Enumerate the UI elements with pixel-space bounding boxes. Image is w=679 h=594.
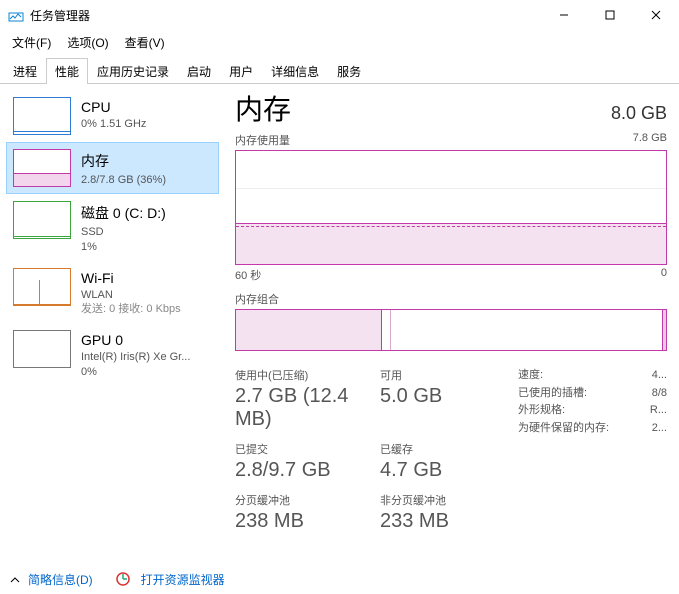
window-controls bbox=[541, 0, 679, 30]
tab-bar: 进程 性能 应用历史记录 启动 用户 详细信息 服务 bbox=[0, 57, 679, 84]
title-bar: 任务管理器 bbox=[0, 0, 679, 30]
gpu-sub2: 0% bbox=[81, 365, 212, 379]
paged-label: 分页缓冲池 bbox=[235, 492, 380, 508]
available-value: 5.0 GB bbox=[380, 385, 510, 408]
paged-value: 238 MB bbox=[235, 510, 380, 533]
resource-monitor-icon bbox=[115, 571, 131, 587]
close-button[interactable] bbox=[633, 0, 679, 30]
detail-total: 8.0 GB bbox=[611, 103, 667, 124]
maximize-button[interactable] bbox=[587, 0, 633, 30]
memory-composition-chart bbox=[235, 309, 667, 351]
chart2-label: 内存组合 bbox=[235, 291, 667, 307]
footer: 简略信息(D) 打开资源监视器 bbox=[0, 564, 679, 594]
disk-sub1: SSD bbox=[81, 225, 212, 239]
memory-title: 内存 bbox=[81, 151, 212, 171]
cpu-sub: 0% 1.51 GHz bbox=[81, 117, 212, 131]
sidebar-item-disk[interactable]: 磁盘 0 (C: D:) SSD 1% bbox=[6, 194, 219, 261]
tab-services[interactable]: 服务 bbox=[328, 58, 370, 84]
chevron-up-icon[interactable] bbox=[10, 574, 20, 584]
chart1-label: 内存使用量 bbox=[235, 132, 290, 148]
nonpaged-value: 233 MB bbox=[380, 510, 510, 533]
nonpaged-label: 非分页缓冲池 bbox=[380, 492, 510, 508]
app-icon bbox=[8, 7, 24, 23]
wifi-sub2: 发送: 0 接收: 0 Kbps bbox=[81, 302, 212, 316]
committed-value: 2.8/9.7 GB bbox=[235, 459, 380, 482]
speed-label: 速度: bbox=[518, 367, 641, 385]
committed-label: 已提交 bbox=[235, 441, 380, 457]
reserved-value: 2... bbox=[641, 420, 667, 438]
window-title: 任务管理器 bbox=[30, 7, 541, 24]
chart1-x-right: 0 bbox=[661, 267, 667, 283]
sidebar-item-memory[interactable]: 内存 2.8/7.8 GB (36%) bbox=[6, 142, 219, 194]
gpu-sub1: Intel(R) Iris(R) Xe Gr... bbox=[81, 350, 212, 364]
cached-value: 4.7 GB bbox=[380, 459, 510, 482]
sidebar-item-gpu[interactable]: GPU 0 Intel(R) Iris(R) Xe Gr... 0% bbox=[6, 323, 219, 386]
content-area: CPU 0% 1.51 GHz 内存 2.8/7.8 GB (36%) 磁盘 0… bbox=[0, 84, 679, 571]
fewer-details-link[interactable]: 简略信息(D) bbox=[28, 571, 93, 588]
stats-grid: 使用中(已压缩) 2.7 GB (12.4 MB) 可用 5.0 GB 已提交 … bbox=[235, 367, 667, 533]
in-use-value: 2.7 GB (12.4 MB) bbox=[235, 385, 380, 431]
sidebar-item-cpu[interactable]: CPU 0% 1.51 GHz bbox=[6, 90, 219, 142]
form-label: 外形规格: bbox=[518, 402, 641, 420]
disk-title: 磁盘 0 (C: D:) bbox=[81, 203, 212, 223]
menu-view[interactable]: 查看(V) bbox=[121, 32, 169, 53]
tab-users[interactable]: 用户 bbox=[220, 58, 262, 84]
menu-file[interactable]: 文件(F) bbox=[8, 32, 55, 53]
chart1-max: 7.8 GB bbox=[633, 132, 667, 148]
reserved-label: 为硬件保留的内存: bbox=[518, 420, 641, 438]
slots-label: 已使用的插槽: bbox=[518, 385, 641, 403]
disk-sub2: 1% bbox=[81, 240, 212, 254]
speed-value: 4... bbox=[641, 367, 667, 385]
memory-thumb bbox=[13, 149, 71, 187]
wifi-title: Wi-Fi bbox=[81, 270, 212, 286]
memory-usage-chart bbox=[235, 150, 667, 265]
chart1-x-left: 60 秒 bbox=[235, 267, 261, 283]
in-use-label: 使用中(已压缩) bbox=[235, 367, 380, 383]
minimize-button[interactable] bbox=[541, 0, 587, 30]
detail-title: 内存 bbox=[235, 88, 291, 128]
memory-sub: 2.8/7.8 GB (36%) bbox=[81, 173, 212, 187]
tab-startup[interactable]: 启动 bbox=[178, 58, 220, 84]
sidebar: CPU 0% 1.51 GHz 内存 2.8/7.8 GB (36%) 磁盘 0… bbox=[0, 84, 225, 571]
menu-bar: 文件(F) 选项(O) 查看(V) bbox=[0, 30, 679, 57]
open-resource-monitor-link[interactable]: 打开资源监视器 bbox=[141, 571, 225, 588]
system-info: 速度:4... 已使用的插槽:8/8 外形规格:R... 为硬件保留的内存:2.… bbox=[518, 367, 667, 533]
form-value: R... bbox=[641, 402, 667, 420]
available-label: 可用 bbox=[380, 367, 510, 383]
cached-label: 已缓存 bbox=[380, 441, 510, 457]
tab-app-history[interactable]: 应用历史记录 bbox=[88, 58, 178, 84]
disk-thumb bbox=[13, 201, 71, 239]
menu-options[interactable]: 选项(O) bbox=[63, 32, 112, 53]
gpu-thumb bbox=[13, 330, 71, 368]
wifi-sub1: WLAN bbox=[81, 288, 212, 302]
cpu-thumb bbox=[13, 97, 71, 135]
detail-panel: 内存 8.0 GB 内存使用量 7.8 GB 60 秒 0 内存组合 bbox=[225, 84, 679, 571]
wifi-thumb bbox=[13, 268, 71, 306]
sidebar-item-wifi[interactable]: Wi-Fi WLAN 发送: 0 接收: 0 Kbps bbox=[6, 261, 219, 324]
cpu-title: CPU bbox=[81, 99, 212, 115]
tab-performance[interactable]: 性能 bbox=[46, 58, 88, 84]
slots-value: 8/8 bbox=[641, 385, 667, 403]
tab-processes[interactable]: 进程 bbox=[4, 58, 46, 84]
tab-details[interactable]: 详细信息 bbox=[262, 58, 328, 84]
gpu-title: GPU 0 bbox=[81, 332, 212, 348]
